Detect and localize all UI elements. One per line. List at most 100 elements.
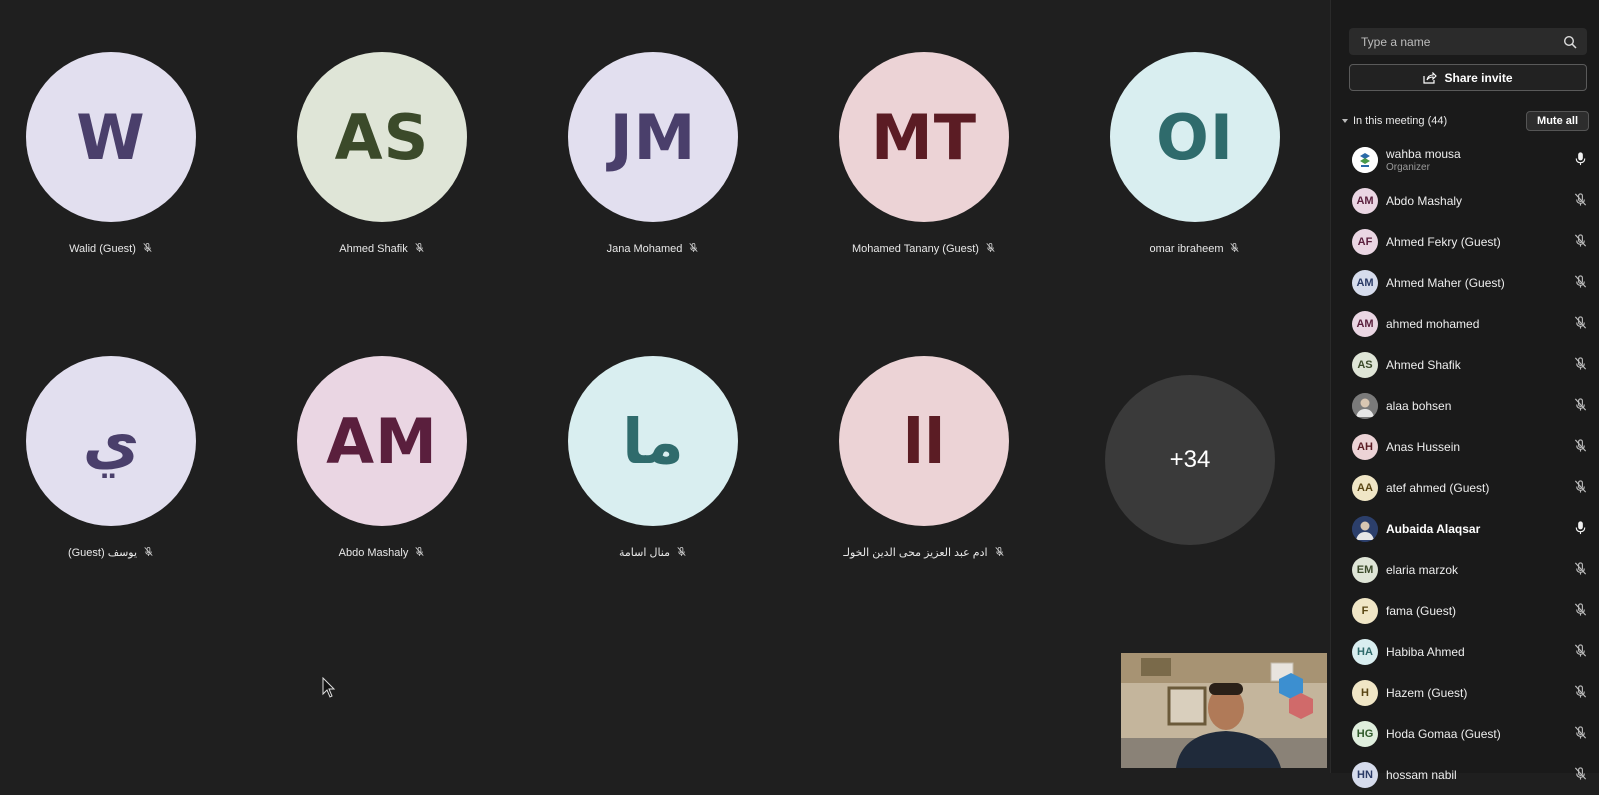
participant-avatar: ي <box>26 356 196 526</box>
participant-list-item[interactable]: Aubaida Alaqsar <box>1331 508 1599 549</box>
participant-name: omar ibraheem <box>1149 242 1224 255</box>
mic-off-icon[interactable] <box>1573 438 1588 458</box>
mic-off-icon[interactable] <box>1573 356 1588 376</box>
participant-name: ادم عبد العزيز محى الدين الخولـ <box>843 547 988 559</box>
mic-off-icon <box>414 242 425 256</box>
participant-info: atef ahmed (Guest) <box>1386 481 1489 495</box>
mic-off-icon[interactable] <box>1573 274 1588 294</box>
participant-list-avatar: AF <box>1352 228 1378 255</box>
participant-list-item[interactable]: HA Habiba Ahmed <box>1331 631 1599 672</box>
mic-off-icon <box>1229 242 1240 256</box>
participant-tile[interactable]: اا ادم عبد العزيز محى الدين الخولـ <box>813 304 1083 559</box>
participant-name-label: (Guest) يوسف <box>0 546 222 560</box>
participant-list-item[interactable]: EM elaria marzok <box>1331 549 1599 590</box>
participant-tile[interactable]: ما منال اسامة <box>542 304 812 559</box>
participant-list-name: alaa bohsen <box>1386 398 1452 413</box>
participant-info: Ahmed Fekry (Guest) <box>1386 235 1501 249</box>
participant-list-avatar <box>1352 515 1378 542</box>
in-meeting-count-label: In this meeting (44) <box>1353 115 1448 127</box>
participant-name-label: omar ibraheem <box>1084 242 1306 256</box>
mic-off-icon[interactable] <box>1573 192 1588 212</box>
participant-list-item[interactable]: AM Ahmed Maher (Guest) <box>1331 262 1599 303</box>
participant-list-avatar: AM <box>1352 310 1378 337</box>
participant-name: Walid (Guest) <box>69 242 136 255</box>
participant-name-label: Ahmed Shafik <box>271 242 493 256</box>
participant-role: Organizer <box>1386 161 1430 173</box>
participant-name-label: Mohamed Tanany (Guest) <box>813 242 1035 256</box>
mic-icon[interactable] <box>1573 520 1588 540</box>
mic-icon[interactable] <box>1573 151 1588 171</box>
mic-off-icon[interactable] <box>1573 561 1588 581</box>
mic-off-icon[interactable] <box>1573 315 1588 335</box>
participant-tile[interactable]: OI omar ibraheem <box>1084 0 1354 255</box>
participant-list-item[interactable]: AH Anas Hussein <box>1331 426 1599 467</box>
participant-list-avatar <box>1352 146 1378 173</box>
meeting-stage: W Walid (Guest) AS Ahmed Shafik JM Jana … <box>0 0 1330 773</box>
in-meeting-section-header[interactable]: In this meeting (44) Mute all <box>1341 110 1589 132</box>
participant-list-item[interactable]: HN hossam nabil <box>1331 754 1599 795</box>
participant-info: wahba mousa Organizer <box>1386 147 1461 173</box>
self-video-preview[interactable] <box>1121 653 1327 768</box>
search-icon[interactable] <box>1563 35 1577 49</box>
mic-off-icon <box>688 242 699 256</box>
participant-info: Habiba Ahmed <box>1386 645 1465 659</box>
participant-avatar: AM <box>297 356 467 526</box>
participant-name-label: منال اسامة <box>542 546 764 560</box>
participant-info: ahmed mohamed <box>1386 317 1479 331</box>
participant-tile[interactable]: AS Ahmed Shafik <box>271 0 541 255</box>
participant-list-name: atef ahmed (Guest) <box>1386 480 1490 495</box>
search-input[interactable] <box>1359 33 1563 50</box>
mic-off-icon <box>414 546 425 560</box>
participant-list-item[interactable]: H Hazem (Guest) <box>1331 672 1599 713</box>
participant-list-avatar: AA <box>1352 474 1378 501</box>
participant-avatar: ما <box>568 356 738 526</box>
participant-list-item[interactable]: AF Ahmed Fekry (Guest) <box>1331 221 1599 262</box>
mic-off-icon[interactable] <box>1573 725 1588 745</box>
participant-list-name: Anas Hussein <box>1386 439 1461 454</box>
participant-tile[interactable]: MT Mohamed Tanany (Guest) <box>813 0 1083 255</box>
participant-list-name: Hazem (Guest) <box>1386 685 1468 700</box>
participant-avatar: AS <box>297 52 467 222</box>
participant-list-item[interactable]: AS Ahmed Shafik <box>1331 344 1599 385</box>
participant-name: Mohamed Tanany (Guest) <box>852 242 979 255</box>
participant-info: fama (Guest) <box>1386 604 1456 618</box>
participant-list-item[interactable]: AM ahmed mohamed <box>1331 303 1599 344</box>
participant-list-name: Hoda Gomaa (Guest) <box>1386 726 1501 741</box>
mic-off-icon[interactable] <box>1573 233 1588 253</box>
mic-off-icon[interactable] <box>1573 643 1588 663</box>
participant-list-avatar: F <box>1352 597 1378 624</box>
participant-list-avatar: EM <box>1352 556 1378 583</box>
mic-off-icon[interactable] <box>1573 397 1588 417</box>
participant-list-item[interactable]: AM Abdo Mashaly <box>1331 180 1599 221</box>
share-invite-button[interactable]: Share invite <box>1349 64 1587 91</box>
mute-all-button[interactable]: Mute all <box>1526 111 1589 131</box>
participant-list-item[interactable]: alaa bohsen <box>1331 385 1599 426</box>
participant-name: منال اسامة <box>618 547 671 559</box>
participant-info: Hoda Gomaa (Guest) <box>1386 727 1501 741</box>
participant-list-avatar: HA <box>1352 638 1378 665</box>
participant-list: wahba mousa Organizer AM Abdo Mashaly AF… <box>1331 139 1599 795</box>
mic-off-icon[interactable] <box>1573 684 1588 704</box>
mic-off-icon[interactable] <box>1573 602 1588 622</box>
participant-list-avatar: HG <box>1352 720 1378 747</box>
participant-tile[interactable]: AM Abdo Mashaly <box>271 304 541 559</box>
participant-list-item[interactable]: AA atef ahmed (Guest) <box>1331 467 1599 508</box>
mic-off-icon[interactable] <box>1573 766 1588 786</box>
participant-list-item[interactable]: F fama (Guest) <box>1331 590 1599 631</box>
participant-list-name: elaria marzok <box>1386 562 1459 577</box>
participant-list-item[interactable]: HG Hoda Gomaa (Guest) <box>1331 713 1599 754</box>
chevron-down-icon[interactable] <box>1341 118 1349 124</box>
share-icon <box>1423 71 1438 84</box>
participant-list-item[interactable]: wahba mousa Organizer <box>1331 139 1599 180</box>
participant-avatar: MT <box>839 52 1009 222</box>
participant-avatar: W <box>26 52 196 222</box>
participant-list-name: Abdo Mashaly <box>1386 193 1463 208</box>
participant-tile[interactable]: JM Jana Mohamed <box>542 0 812 255</box>
overflow-participants-tile[interactable]: +34 <box>1105 375 1275 545</box>
participant-info: alaa bohsen <box>1386 399 1451 413</box>
participant-avatar: اا <box>839 356 1009 526</box>
participant-info: Hazem (Guest) <box>1386 686 1467 700</box>
participant-tile[interactable]: W Walid (Guest) <box>0 0 270 255</box>
participant-tile[interactable]: ي (Guest) يوسف <box>0 304 270 559</box>
mic-off-icon[interactable] <box>1573 479 1588 499</box>
